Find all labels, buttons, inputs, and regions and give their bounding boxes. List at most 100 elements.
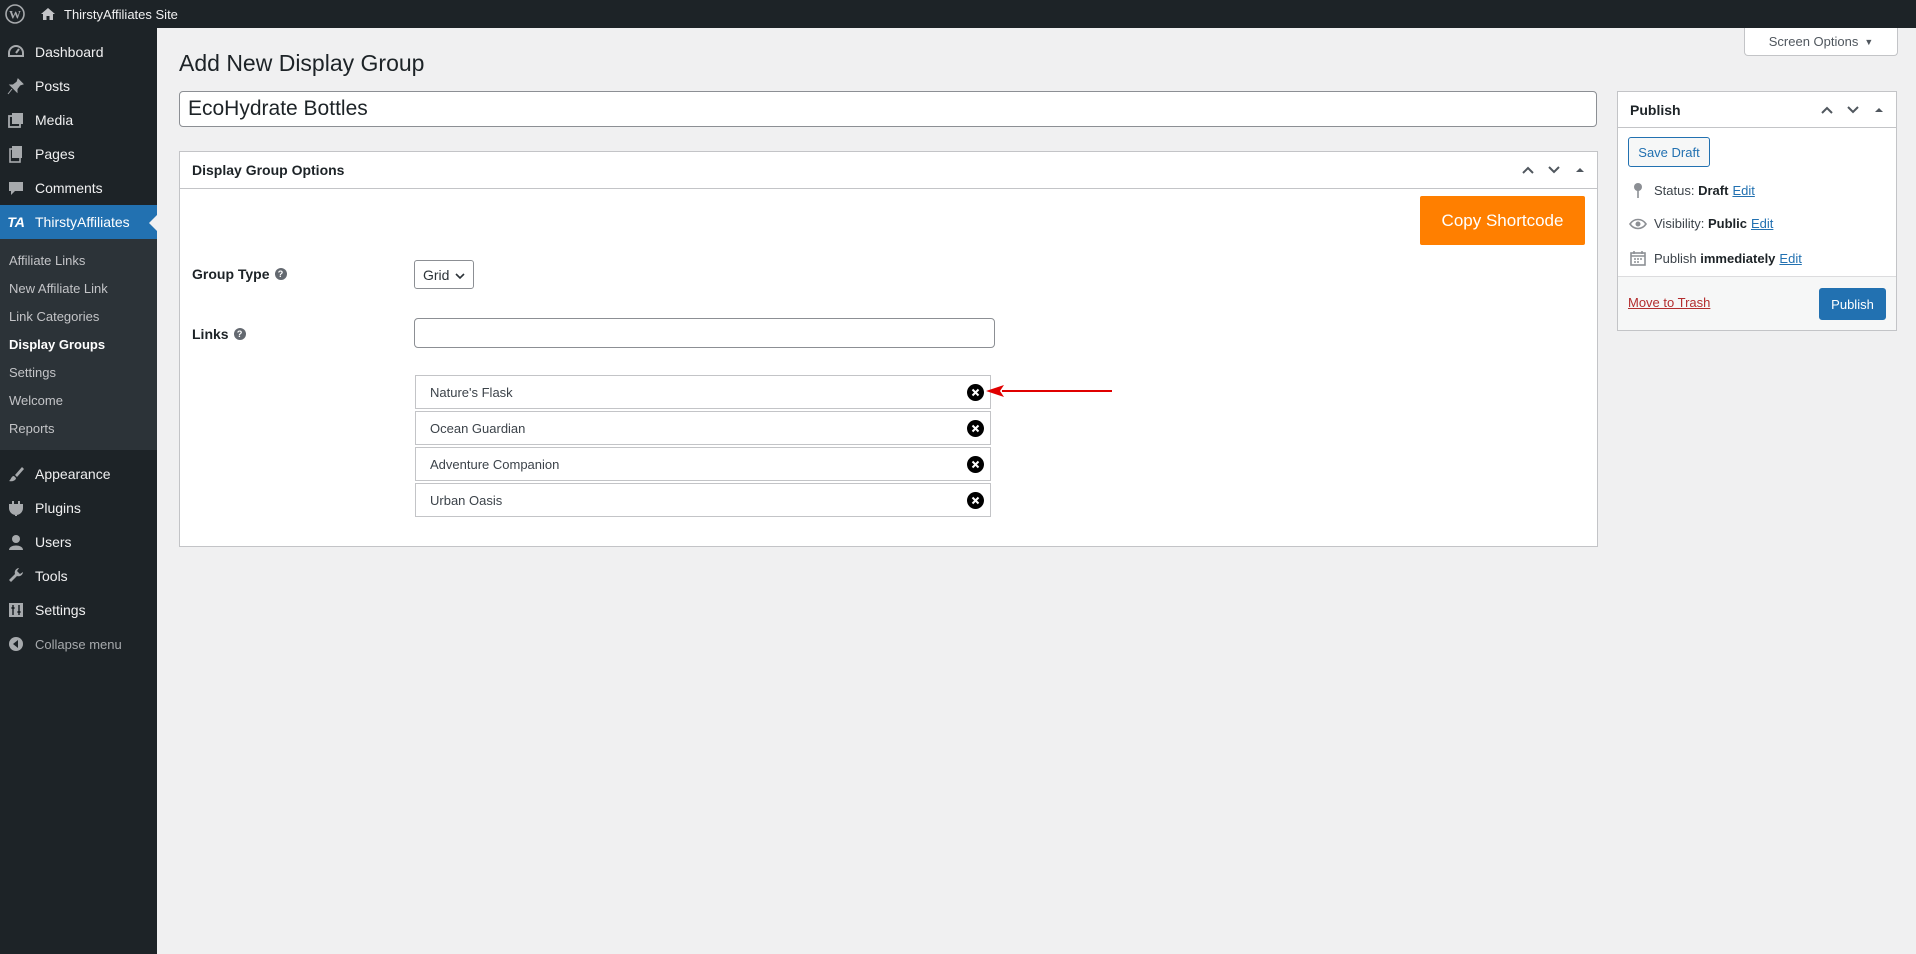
group-type-value: Grid [423,266,450,283]
home-icon [41,8,55,20]
menu-item-thirstyaffiliates[interactable]: TA ThirstyAffiliates [0,205,157,239]
menu-item-settings[interactable]: Settings [0,593,157,627]
menu-label: Dashboard [35,44,104,60]
postbox-header: Publish [1618,92,1896,128]
help-icon[interactable]: ? [274,268,287,280]
list-item[interactable]: Ocean Guardian [415,411,991,445]
menu-item-media[interactable]: Media [0,103,157,137]
post-title-input[interactable] [179,91,1597,127]
group-type-label-row: Group Type ? [192,266,287,282]
plugin-icon [6,498,26,518]
menu-item-appearance[interactable]: Appearance [0,457,157,491]
menu-item-tools[interactable]: Tools [0,559,157,593]
eye-icon [1628,218,1648,230]
site-name-link[interactable]: ThirstyAffiliates Site [40,6,178,22]
major-publishing-actions: Move to Trash Publish [1618,276,1896,330]
publish-value: immediately [1700,250,1776,266]
pin-icon [1628,182,1648,198]
svg-text:W: W [9,8,21,22]
list-item[interactable]: Nature's Flask [415,375,991,409]
chevron-down-icon [455,267,466,283]
publish-button[interactable]: Publish [1819,288,1886,320]
remove-icon[interactable] [967,456,984,473]
remove-icon[interactable] [967,384,984,401]
submenu-item-reports[interactable]: Reports [0,414,157,442]
edit-publish-date-link[interactable]: Edit [1779,251,1801,266]
move-to-trash-link[interactable]: Move to Trash [1628,295,1710,310]
list-item[interactable]: Adventure Companion [415,447,991,481]
menu-item-plugins[interactable]: Plugins [0,491,157,525]
menu-label: Users [35,534,72,550]
comments-icon [6,178,26,198]
publish-date-row: Publish immediately Edit [1628,250,1802,266]
wrench-icon [6,566,26,586]
menu-label: Appearance [35,466,111,482]
menu-label: Media [35,112,74,128]
copy-shortcode-button[interactable]: Copy Shortcode [1420,196,1585,245]
edit-visibility-link[interactable]: Edit [1751,216,1773,231]
menu-label: Pages [35,146,75,162]
save-draft-button[interactable]: Save Draft [1628,137,1710,167]
links-search-input[interactable] [414,318,995,348]
publish-box: Publish Save Draft Status: Draft Edit Vi… [1617,91,1897,331]
submenu-item-welcome[interactable]: Welcome [0,386,157,414]
toggle-panel-icon[interactable] [1866,92,1892,128]
remove-icon[interactable] [967,420,984,437]
handle-actions [1814,92,1892,128]
thirstyaffiliates-icon: TA [7,214,25,230]
submenu-item-settings[interactable]: Settings [0,358,157,386]
pages-icon [6,144,26,164]
menu-item-users[interactable]: Users [0,525,157,559]
menu-item-dashboard[interactable]: Dashboard [0,35,157,69]
visibility-value: Public [1707,216,1747,231]
menu-label: Comments [35,180,103,196]
status-value: Draft [1698,182,1729,198]
link-name: Ocean Guardian [430,420,526,436]
list-item[interactable]: Urban Oasis [415,483,991,517]
users-icon [6,532,26,552]
submenu-item-new-affiliate-link[interactable]: New Affiliate Link [0,274,157,302]
help-icon[interactable]: ? [233,328,246,340]
wordpress-logo-icon[interactable]: W [1,0,29,28]
move-up-icon[interactable] [1515,152,1541,188]
postbox-title: Display Group Options [192,162,345,178]
dashboard-icon [6,42,26,62]
menu-label: ThirstyAffiliates [35,214,130,230]
submenu-item-display-groups[interactable]: Display Groups [0,330,157,358]
menu-item-comments[interactable]: Comments [0,171,157,205]
admin-bar: W ThirstyAffiliates Site [0,0,1916,28]
move-down-icon[interactable] [1541,152,1567,188]
edit-status-link[interactable]: Edit [1732,183,1754,198]
remove-icon[interactable] [967,492,984,509]
menu-label: Tools [35,568,68,584]
collapse-menu-button[interactable]: Collapse menu [0,627,157,661]
menu-item-posts[interactable]: Posts [0,69,157,103]
move-down-icon[interactable] [1840,92,1866,128]
display-group-options-box: Display Group Options Copy Shortcode Gro… [179,151,1598,547]
settings-icon [6,600,26,620]
screen-options-button[interactable]: Screen Options ▼ [1744,28,1898,56]
handle-actions [1515,152,1593,188]
status-row: Status: Draft Edit [1628,182,1755,198]
menu-label: Plugins [35,500,81,516]
publish-box-title: Publish [1630,101,1681,118]
menu-label: Posts [35,78,71,94]
links-label-row: Links ? [192,326,246,342]
page-title: Add New Display Group [179,50,425,76]
admin-sidebar: Dashboard Posts Media Pages Comments TA … [0,28,157,954]
postbox-header: Display Group Options [180,152,1597,189]
menu-label: Settings [35,602,86,618]
paintbrush-icon [6,464,26,484]
visibility-row: Visibility: Public Edit [1628,216,1773,231]
toggle-panel-icon[interactable] [1567,152,1593,188]
submenu-item-link-categories[interactable]: Link Categories [0,302,157,330]
move-up-icon[interactable] [1814,92,1840,128]
submenu-item-affiliate-links[interactable]: Affiliate Links [0,246,157,274]
caret-down-icon: ▼ [1864,36,1874,47]
screen-options-label: Screen Options [1768,34,1859,49]
publish-label: Publish [1654,250,1697,266]
group-type-select[interactable]: Grid [414,260,474,289]
site-name: ThirstyAffiliates Site [64,6,178,22]
group-type-label: Group Type [192,266,270,282]
menu-item-pages[interactable]: Pages [0,137,157,171]
